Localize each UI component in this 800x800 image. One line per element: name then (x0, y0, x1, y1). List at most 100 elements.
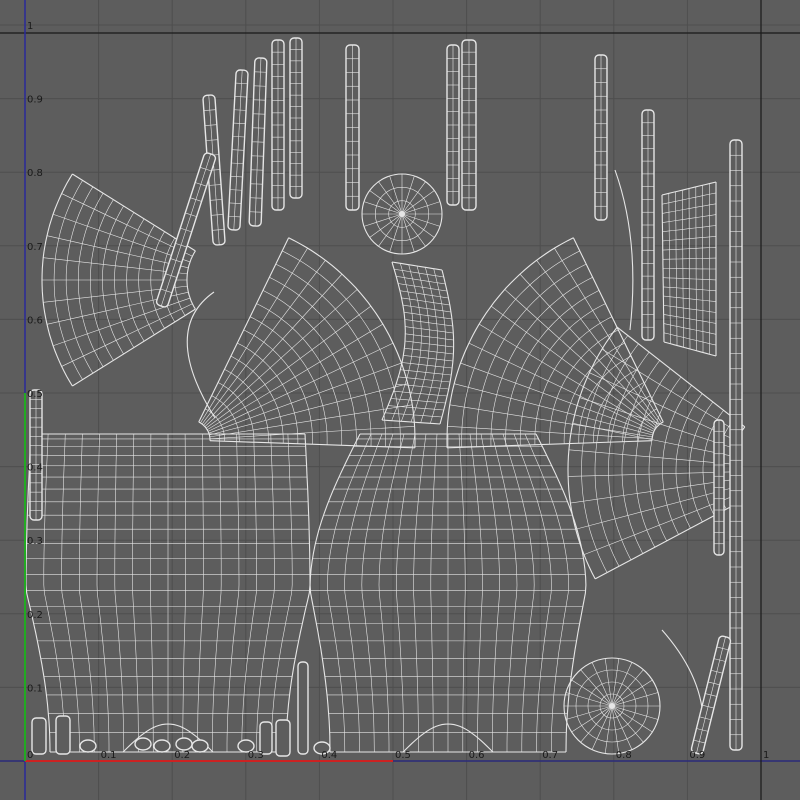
vertical-strip-8[interactable] (461, 39, 477, 211)
pot-column (344, 433, 383, 752)
bottom-disc[interactable] (563, 657, 661, 755)
wire-spoke (61, 303, 193, 367)
vertical-strip-11[interactable] (729, 139, 743, 751)
disc-spoke (565, 692, 613, 707)
grid-column (695, 186, 697, 351)
wire-spoke (460, 362, 654, 434)
disc-spoke (389, 175, 403, 215)
vertical-strip-9[interactable] (594, 54, 608, 221)
u-tick-label: 0.7 (542, 750, 558, 761)
uv-canvas[interactable]: 0 0.1 0.2 0.3 0.4 0.5 0.6 0.7 0.8 0.9 1 0.1 0.2 0.3 0.… (0, 0, 800, 800)
pot-column (535, 433, 587, 753)
top-disc[interactable] (361, 173, 443, 255)
pot-column (241, 433, 257, 752)
small-piece-round (175, 737, 193, 751)
uv-islands[interactable] (25, 37, 746, 757)
wire-spoke (207, 342, 394, 432)
uv-editor-viewport[interactable]: 0 0.1 0.2 0.3 0.4 0.5 0.6 0.7 0.8 0.9 1 0.1 0.2 0.3 0.… (0, 0, 800, 800)
wire-spoke (616, 326, 746, 428)
v-tick-label: 0.9 (27, 95, 43, 106)
vertical-strip-6[interactable] (345, 44, 360, 211)
u-tick-label: 0.1 (101, 750, 117, 761)
wire-spoke (53, 213, 191, 263)
wire-spoke (209, 383, 408, 436)
v-tick-label: 0.2 (27, 610, 43, 621)
disc-center (399, 211, 405, 217)
vertical-strip-14[interactable] (29, 389, 43, 521)
disc-spoke (389, 213, 403, 253)
u-tick-label: 0.6 (469, 750, 485, 761)
disc-spoke (401, 213, 426, 247)
left-pot-body[interactable] (25, 433, 311, 753)
vertical-strip-15[interactable] (713, 419, 725, 556)
wire-spoke (575, 487, 733, 530)
vertical-strip-5[interactable] (289, 37, 303, 199)
small-piece (55, 715, 71, 755)
v-tick-label: 0.3 (27, 536, 43, 547)
bottom-small-pieces[interactable] (31, 661, 331, 757)
v-tick-label: 0.1 (27, 683, 43, 694)
grid-column (381, 261, 406, 421)
disc-spoke (369, 213, 403, 238)
disc-spoke (611, 705, 659, 720)
vertical-strip-7[interactable] (446, 44, 460, 206)
wire-spoke (583, 495, 735, 555)
vertical-strip-2[interactable] (227, 69, 249, 231)
curved-rails (186, 169, 704, 753)
right-top-fan[interactable] (446, 237, 664, 449)
u-tick-label: 0.8 (616, 750, 632, 761)
pot-column (150, 433, 154, 753)
u-tick-label: 0 (27, 750, 33, 761)
pot-column (378, 433, 405, 752)
pot-column (132, 433, 139, 752)
center-pot-body[interactable] (309, 433, 587, 753)
right-curved-strip[interactable] (661, 181, 717, 357)
pot-column (480, 433, 501, 752)
disc-spoke (401, 190, 435, 215)
disc-spoke (401, 213, 441, 227)
v-tick-label: 1 (27, 21, 33, 32)
vertical-strip-3[interactable] (248, 57, 268, 227)
disc-spoke (401, 213, 415, 253)
pot-column (226, 433, 240, 752)
vertical-strip-10[interactable] (641, 109, 655, 341)
pot-column (309, 433, 361, 753)
tick-labels: 0 0.1 0.2 0.3 0.4 0.5 0.6 0.7 0.8 0.9 1 0.1 0.2 0.3 0.… (27, 21, 769, 761)
u-tick-label: 0.2 (174, 750, 190, 761)
disc-spoke (565, 705, 613, 720)
vertical-strip-13[interactable] (690, 635, 732, 755)
pot-column (469, 433, 483, 752)
disc-center (609, 703, 615, 709)
u-tick-label: 0.5 (395, 750, 411, 761)
small-piece (31, 717, 47, 755)
pot-column (491, 433, 518, 752)
disc-spoke (611, 692, 659, 707)
u-tick-label: 0.4 (321, 750, 337, 761)
pot-column (502, 433, 535, 752)
wire-spoke (208, 362, 402, 434)
small-piece (275, 719, 291, 757)
strip-center (160, 153, 212, 307)
vertical-strip-12[interactable] (155, 152, 217, 308)
wire-spoke (61, 193, 193, 257)
pot-column (395, 433, 416, 753)
v-tick-label: 0.8 (27, 168, 43, 179)
u-tick-label: 0.3 (248, 750, 264, 761)
disc-spoke (401, 213, 435, 238)
pot-column (61, 433, 80, 753)
wire-spoke (568, 449, 731, 465)
v-tick-label: 0.6 (27, 315, 43, 326)
pot-column (212, 433, 222, 752)
disc-spoke (401, 175, 415, 215)
vertical-strip-4[interactable] (271, 39, 285, 211)
wire-spoke (454, 383, 653, 436)
wire-spoke (53, 297, 191, 347)
pot-column (361, 433, 394, 753)
strip-center (696, 636, 726, 754)
wire-spoke (570, 479, 731, 504)
center-top-fan[interactable] (198, 237, 416, 449)
wire-spoke (200, 247, 308, 424)
pot-column (271, 433, 293, 752)
small-piece-round (153, 739, 171, 753)
rail-left-arc (186, 291, 216, 419)
